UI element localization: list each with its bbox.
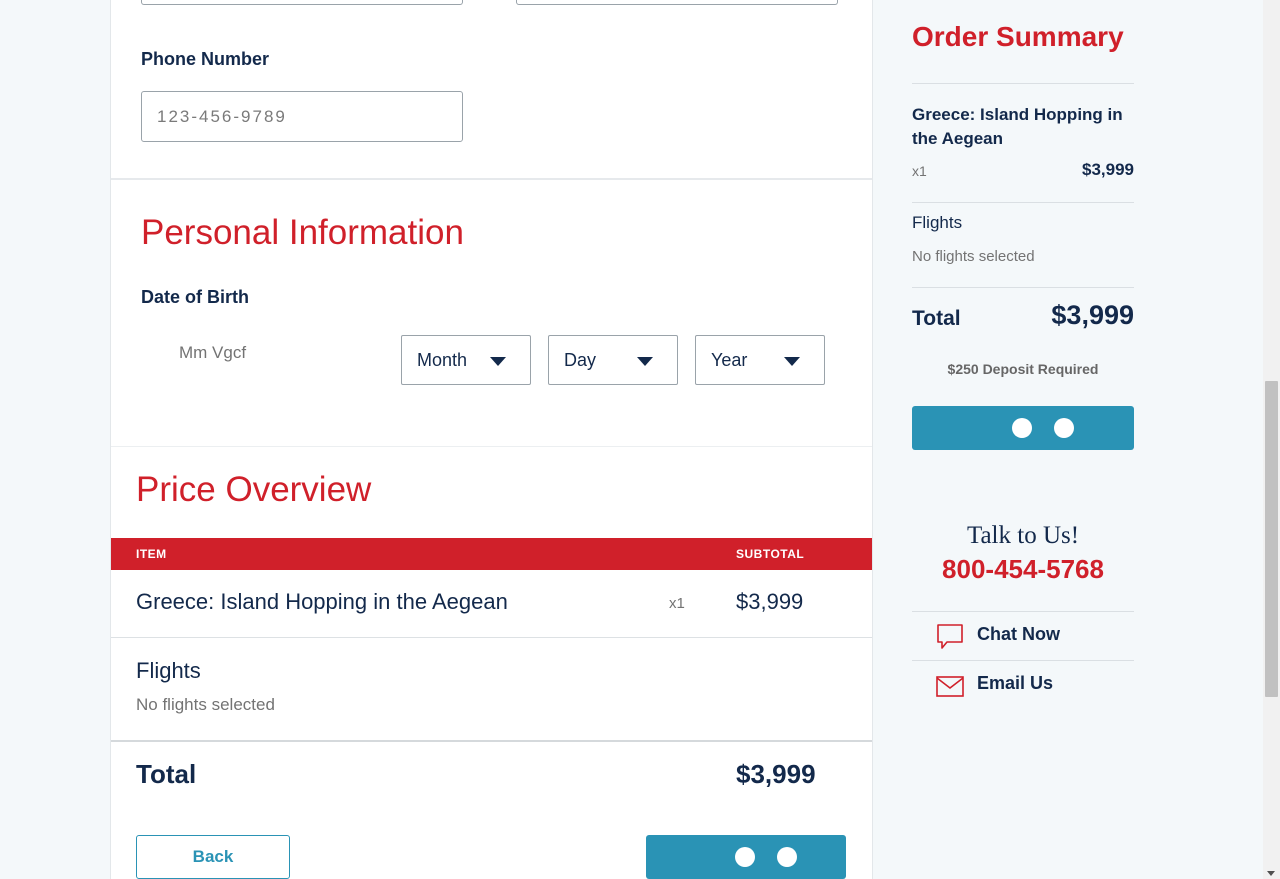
flights-label: Flights (136, 658, 201, 683)
loading-dot-icon (735, 847, 755, 867)
order-summary-sidebar: Order Summary Greece: Island Hopping in … (912, 0, 1134, 879)
summary-divider (912, 83, 1134, 84)
summary-flights-status: No flights selected (912, 248, 1035, 265)
scroll-down-arrow-icon[interactable] (1267, 871, 1275, 876)
chat-now-link[interactable]: Chat Now (912, 611, 1134, 660)
chat-bubble-icon (936, 623, 964, 656)
item-column-header: ITEM (136, 547, 167, 561)
summary-divider (912, 202, 1134, 203)
month-select[interactable]: Month (401, 335, 531, 385)
total-value: $3,999 (736, 759, 816, 789)
caret-down-icon (784, 357, 800, 366)
year-select[interactable]: Year (695, 335, 825, 385)
trip-name: Greece: Island Hopping in the Aegean (136, 589, 508, 614)
year-select-value: Year (711, 349, 748, 370)
subtotal-column-header: SUBTOTAL (736, 547, 805, 561)
trip-subtotal: $3,999 (736, 589, 804, 614)
phone-number-input[interactable] (141, 91, 463, 142)
deposit-note: $250 Deposit Required (947, 361, 1099, 377)
day-select-value: Day (564, 349, 597, 370)
continue-button-loading[interactable] (646, 835, 846, 879)
talk-to-us-heading: Talk to Us! (966, 522, 1080, 549)
chat-now-label: Chat Now (977, 624, 1060, 644)
section-divider (111, 446, 872, 447)
summary-flights-label: Flights (912, 213, 963, 232)
date-of-birth-hint: Mm Vgcf (179, 343, 247, 362)
price-overview-heading: Price Overview (136, 470, 372, 509)
flights-status: No flights selected (136, 695, 275, 714)
previous-field-left[interactable] (141, 0, 463, 5)
caret-down-icon (490, 357, 506, 366)
loading-dot-icon (1054, 418, 1074, 438)
summary-continue-button-loading[interactable] (912, 406, 1134, 450)
email-us-link[interactable]: Email Us (912, 660, 1134, 709)
back-button-label: Back (192, 847, 234, 866)
month-select-value: Month (417, 349, 468, 370)
total-divider (111, 740, 872, 742)
summary-trip-name: Greece: Island Hopping in the Aegean (912, 105, 1123, 148)
day-select[interactable]: Day (548, 335, 678, 385)
loading-dot-icon (777, 847, 797, 867)
scrollbar-thumb[interactable] (1265, 381, 1278, 697)
trip-quantity: x1 (669, 595, 685, 612)
summary-total-value: $3,999 (1051, 300, 1134, 330)
summary-trip-price: $3,999 (1082, 160, 1134, 179)
back-button[interactable]: Back (136, 835, 290, 879)
caret-down-icon (637, 357, 653, 366)
summary-trip-quantity: x1 (912, 163, 927, 179)
total-label: Total (136, 759, 197, 789)
section-divider (111, 178, 872, 180)
page-scrollbar[interactable] (1263, 0, 1280, 879)
envelope-icon (936, 676, 964, 703)
date-of-birth-label: Date of Birth (141, 287, 249, 307)
checkout-form-panel: Phone Number Personal Information Date o… (110, 0, 873, 879)
price-table-header: ITEM SUBTOTAL (111, 538, 872, 570)
email-us-label: Email Us (977, 673, 1054, 693)
row-divider (111, 637, 872, 638)
summary-total-label: Total (912, 307, 961, 330)
contact-phone-link[interactable]: 800-454-5768 (912, 554, 1134, 585)
previous-field-right[interactable] (516, 0, 838, 5)
phone-number-label: Phone Number (141, 49, 270, 69)
loading-dot-icon (1012, 418, 1032, 438)
order-summary-heading: Order Summary (912, 21, 1124, 52)
personal-information-heading: Personal Information (141, 213, 464, 252)
summary-divider (912, 287, 1134, 288)
